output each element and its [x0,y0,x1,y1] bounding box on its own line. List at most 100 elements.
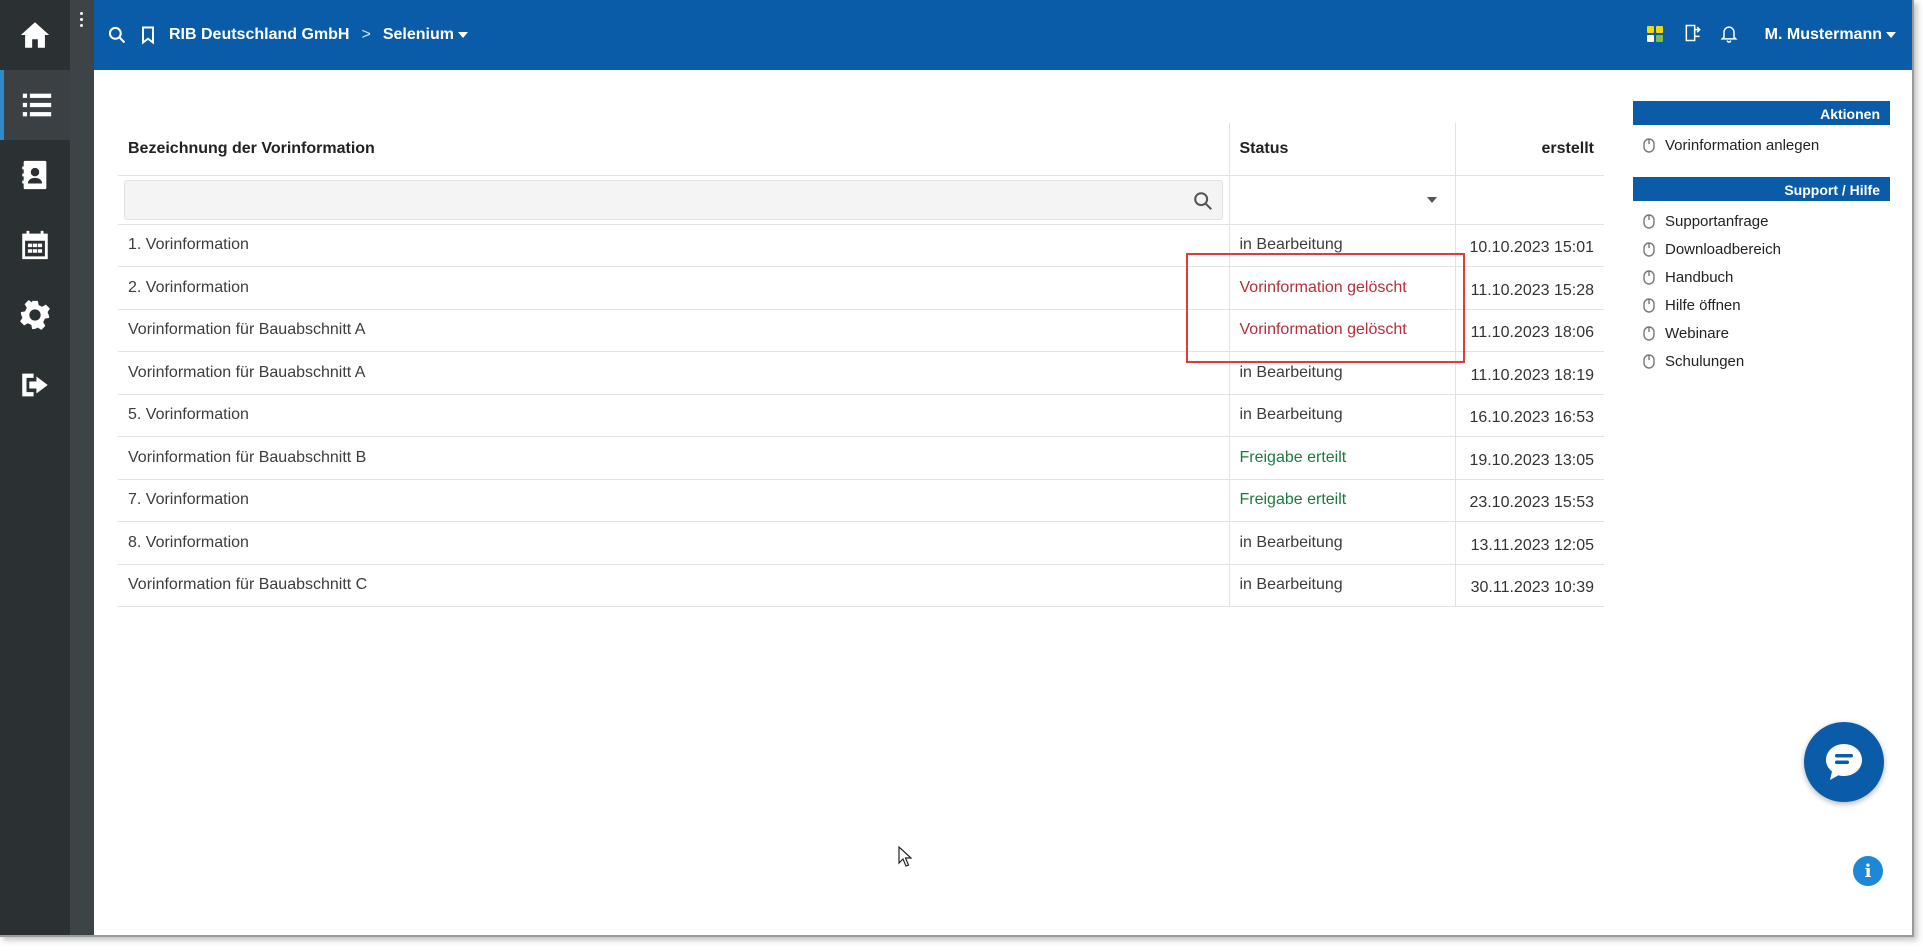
mouse-icon [1643,353,1655,369]
table-row[interactable]: 1. Vorinformation in Bearbeitung 10.10.202… [118,224,1604,267]
row-created: 30.11.2023 10:39 [1454,564,1604,607]
row-name[interactable]: 1. Vorinformation [118,224,1229,267]
chevron-down-icon [1886,31,1896,38]
bookmark-icon[interactable] [137,24,159,46]
search-icon[interactable] [106,24,128,46]
row-name[interactable]: Vorinformation für Bauabschnitt A [118,351,1229,395]
rail-home[interactable] [0,0,70,70]
rail-settings[interactable] [0,280,70,350]
rail-toggle-strip[interactable] [70,0,94,935]
mouse-icon [1643,137,1655,153]
calendar-icon [22,230,48,260]
status-filter-cell [1228,175,1455,225]
mouse-icon [1643,297,1655,313]
rail-list[interactable] [0,70,70,140]
table-row[interactable]: Vorinformation für Bauabschnitt B Freigab… [118,436,1604,480]
gear-icon [20,300,50,330]
row-created: 19.10.2023 13:05 [1454,436,1604,480]
switch-view-icon[interactable] [1683,23,1703,48]
column-header-name[interactable]: Bezeichnung der Vorinformation [118,123,1229,176]
row-status: Freigabe erteilt [1228,436,1455,480]
support-label: Hilfe öffnen [1665,296,1741,314]
top-bar: RIB Deutschland GmbH > Selenium M. Muste… [94,0,1912,70]
bell-icon[interactable] [1719,23,1739,48]
table-row[interactable]: Vorinformation für Bauabschnitt Ain Bear… [118,351,1604,395]
mouse-cursor-icon [898,846,912,867]
more-vertical-icon[interactable] [79,12,85,32]
row-name[interactable]: Vorinformation für Bauabschnitt B [118,436,1229,480]
side-panel: Aktionen Vorinformation anlegen Support … [1633,101,1890,385]
chevron-down-icon [1426,196,1437,203]
row-name[interactable]: 7. Vorinformation [118,479,1229,522]
support-link-hilfe[interactable]: Hilfe öffnen [1633,291,1890,319]
rail-contacts[interactable] [0,140,70,210]
project-selector[interactable]: Selenium [383,26,468,44]
table-row[interactable]: 5. Vorinformation in Bearbeitung 16.10.202… [118,394,1604,437]
home-icon [20,22,50,48]
support-link-downloadbereich[interactable]: Downloadbereich [1633,235,1890,263]
chat-button[interactable] [1804,722,1884,802]
search-icon[interactable] [1192,190,1214,212]
status-filter-select[interactable] [1236,180,1449,220]
app-window: RIB Deutschland GmbH > Selenium M. Muste… [0,0,1914,937]
vorinformation-table: Bezeichnung der Vorinformation Status er… [118,123,1604,607]
row-created: 16.10.2023 16:53 [1454,394,1604,437]
support-label: Downloadbereich [1665,240,1781,258]
chat-icon [1826,744,1862,780]
created-filter-cell [1454,175,1604,225]
row-status: in Bearbeitung [1228,564,1455,607]
row-status: in Bearbeitung [1228,521,1455,565]
support-label: Webinare [1665,324,1729,342]
support-label: Supportanfrage [1665,212,1769,230]
breadcrumb-org[interactable]: RIB Deutschland GmbH [169,26,349,44]
table-row[interactable]: 8. Vorinformation in Bearbeitung 13.11.202… [118,521,1604,565]
mouse-icon [1643,325,1655,341]
row-status: Freigabe erteilt [1228,479,1455,522]
name-filter-cell [118,175,1229,225]
user-menu[interactable]: M. Mustermann [1765,26,1896,44]
row-created: 23.10.2023 15:53 [1454,479,1604,522]
row-name[interactable]: 8. Vorinformation [118,521,1229,565]
table-row[interactable]: 7. Vorinformation Freigabe erteilt 23.10.2… [118,479,1604,522]
actions-list: Vorinformation anlegen [1633,125,1890,169]
vorinformation-table-container: Bezeichnung der Vorinformation Status er… [118,123,1604,607]
table-row[interactable]: Vorinformation für Bauabschnitt Cin Bear… [118,564,1604,607]
action-label: Vorinformation anlegen [1665,136,1820,154]
chevron-down-icon [457,31,468,38]
row-name[interactable]: 5. Vorinformation [118,394,1229,437]
support-header: Support / Hilfe [1633,177,1890,201]
table-row[interactable]: Vorinformation für Bauabschnitt A Vorinfo… [118,309,1604,352]
list-icon [22,93,52,117]
support-label: Handbuch [1665,268,1734,286]
table-body: 1. Vorinformation in Bearbeitung 10.10.202… [118,224,1604,607]
mouse-icon [1643,241,1655,257]
support-link-supportanfrage[interactable]: Supportanfrage [1633,207,1890,235]
name-filter [124,179,1223,220]
rail-logout[interactable] [0,350,70,420]
action-create-vorinformation[interactable]: Vorinformation anlegen [1633,131,1890,159]
name-filter-input[interactable] [125,180,1222,219]
support-link-handbuch[interactable]: Handbuch [1633,263,1890,291]
column-header-created[interactable]: erstellt [1454,123,1604,176]
row-name[interactable]: 2. Vorinformation [118,266,1229,310]
rail-calendar[interactable] [0,210,70,280]
support-label: Schulungen [1665,352,1745,370]
logout-icon [22,373,48,397]
row-status: Vorinformation gelöscht [1228,266,1455,310]
row-created: 13.11.2023 12:05 [1454,521,1604,565]
support-link-webinare[interactable]: Webinare [1633,319,1890,347]
breadcrumb-project: Selenium [382,26,454,43]
column-header-status[interactable]: Status [1228,123,1455,176]
support-link-schulungen[interactable]: Schulungen [1633,347,1890,375]
row-name[interactable]: Vorinformation für Bauabschnitt A [118,309,1229,352]
row-name[interactable]: Vorinformation für Bauabschnitt C [118,564,1229,607]
icon-rail [0,0,70,935]
apps-icon[interactable] [1646,26,1665,44]
info-icon[interactable]: i [1853,856,1883,886]
breadcrumb-separator: > [361,26,371,43]
mouse-icon [1643,213,1655,229]
table-row[interactable]: 2. Vorinformation Vorinformation gelöscht… [118,266,1604,310]
mouse-icon [1643,269,1655,285]
top-bar-right: M. Mustermann [1646,0,1896,70]
table-header-row: Bezeichnung der Vorinformation Status er… [118,123,1604,176]
